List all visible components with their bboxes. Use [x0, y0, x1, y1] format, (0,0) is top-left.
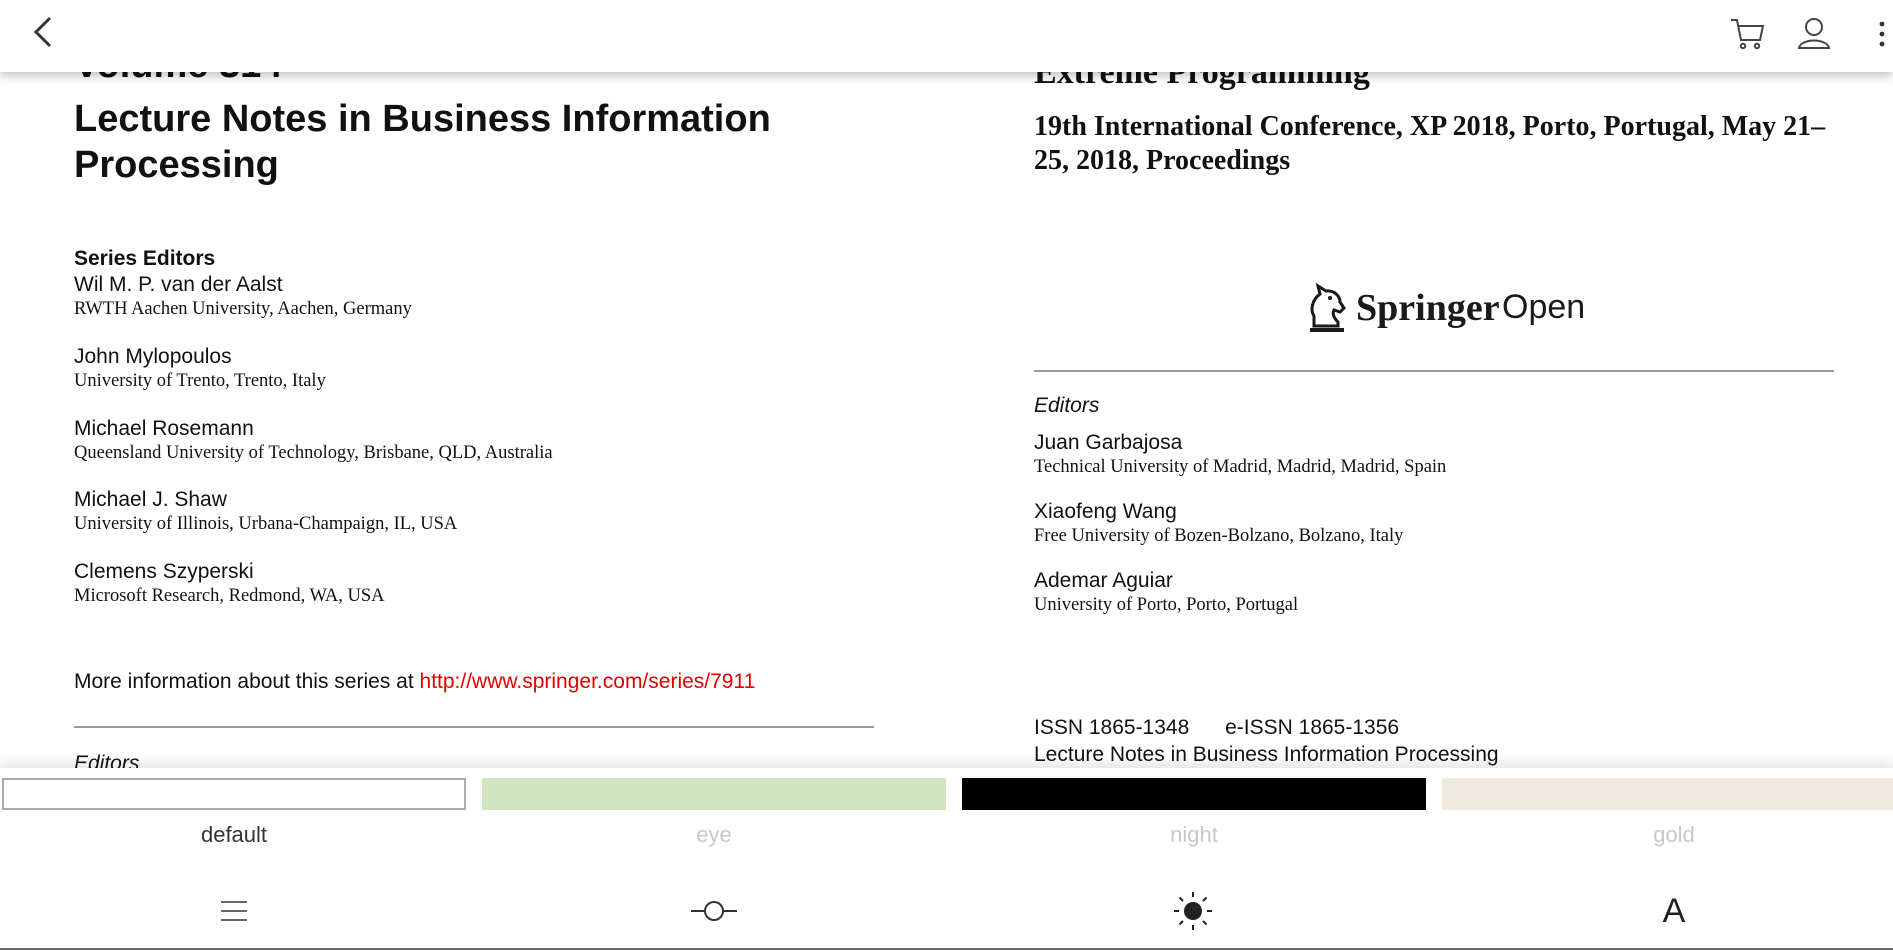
- reader-settings-panel: default eye night gold A: [0, 768, 1893, 950]
- more-info-text: More information about this series at: [74, 670, 414, 693]
- eissn: e-ISSN 1865-1356: [1225, 716, 1400, 739]
- table-of-contents-button[interactable]: [209, 886, 259, 936]
- theme-label-default[interactable]: default: [2, 822, 466, 848]
- editor-affiliation: Microsoft Research, Redmond, WA, USA: [74, 586, 385, 606]
- springer-horse-icon: [1310, 282, 1346, 332]
- more-button[interactable]: [1872, 14, 1892, 54]
- back-button[interactable]: [26, 14, 66, 54]
- editor-name: Xiaofeng Wang: [1034, 500, 1177, 523]
- theme-label-eye[interactable]: eye: [482, 822, 946, 848]
- theme-label-night[interactable]: night: [962, 822, 1426, 848]
- editor-name: Wil M. P. van der Aalst: [74, 273, 283, 296]
- series-editors-heading: Series Editors: [74, 247, 216, 270]
- editor-affiliation: University of Illinois, Urbana-Champaign…: [74, 514, 458, 534]
- series-editor-entry: Clemens Szyperski Microsoft Research, Re…: [74, 559, 385, 607]
- editor-affiliation: University of Trento, Trento, Italy: [74, 371, 326, 391]
- book-subtitle: 19th International Conference, XP 2018, …: [1034, 111, 1826, 176]
- divider: [74, 726, 874, 728]
- editor-entry: Xiaofeng Wang Free University of Bozen-B…: [1034, 499, 1403, 547]
- editor-affiliation: Technical University of Madrid, Madrid, …: [1034, 457, 1447, 477]
- logo-word-springer: Springer: [1356, 287, 1500, 329]
- editor-entry: Ademar Aguiar University of Porto, Porto…: [1034, 568, 1298, 616]
- issn-line: ISSN 1865-1348 e-ISSN 1865-1356: [1034, 716, 1429, 740]
- editor-entry: Juan Garbajosa Technical University of M…: [1034, 430, 1446, 478]
- editor-name: Juan Garbajosa: [1034, 431, 1183, 454]
- chevron-left-icon: [33, 16, 52, 48]
- series-line: Lecture Notes in Business Information Pr…: [1034, 743, 1499, 766]
- font-settings-button[interactable]: A: [1649, 886, 1699, 936]
- user-icon: [1797, 18, 1831, 49]
- more-vertical-icon: [1879, 21, 1885, 47]
- theme-label-gold[interactable]: gold: [1442, 822, 1893, 848]
- logo-word-open: Open: [1502, 288, 1586, 326]
- editors-heading: Editors: [74, 752, 140, 768]
- series-editor-entry: John Mylopoulos University of Trento, Tr…: [74, 344, 326, 392]
- more-info-line: More information about this series at ht…: [74, 670, 755, 694]
- divider: [1034, 370, 1834, 372]
- brightness-icon: [1174, 892, 1212, 930]
- progress-button[interactable]: [689, 886, 739, 936]
- editor-name: Clemens Szyperski: [74, 560, 254, 583]
- issn: ISSN 1865-1348: [1034, 716, 1190, 739]
- cart-icon: [1731, 19, 1765, 50]
- theme-swatch-night[interactable]: [962, 778, 1426, 810]
- editor-affiliation: RWTH Aachen University, Aachen, Germany: [74, 299, 412, 319]
- series-editor-entry: Michael J. Shaw University of Illinois, …: [74, 487, 457, 535]
- series-title: Lecture Notes in Business Information Pr…: [74, 98, 771, 186]
- editor-affiliation: University of Porto, Porto, Portugal: [1034, 595, 1299, 615]
- cart-button[interactable]: [1728, 14, 1768, 54]
- user-button[interactable]: [1794, 14, 1834, 54]
- editor-name: Michael J. Shaw: [74, 488, 227, 511]
- editor-affiliation: Queensland University of Technology, Bri…: [74, 443, 553, 463]
- theme-swatch-gold[interactable]: [1442, 778, 1893, 810]
- left-page: Volume 314 Lecture Notes in Business Inf…: [0, 0, 946, 768]
- progress-slider-icon: [691, 901, 737, 921]
- editor-name: Michael Rosemann: [74, 417, 254, 440]
- series-editor-entry: Michael Rosemann Queensland University o…: [74, 416, 553, 464]
- theme-swatch-default[interactable]: [2, 778, 466, 810]
- menu-icon: [221, 901, 247, 921]
- top-bar: [0, 0, 1893, 72]
- editor-name: Ademar Aguiar: [1034, 569, 1173, 592]
- font-size-label: A: [1662, 892, 1686, 930]
- series-editor-entry: Wil M. P. van der Aalst RWTH Aachen Univ…: [74, 272, 412, 320]
- theme-swatch-eye[interactable]: [482, 778, 946, 810]
- brightness-button[interactable]: [1168, 886, 1218, 936]
- series-link[interactable]: http://www.springer.com/series/7911: [420, 670, 756, 693]
- editor-name: John Mylopoulos: [74, 345, 232, 368]
- editor-affiliation: Free University of Bozen-Bolzano, Bolzan…: [1034, 526, 1404, 546]
- right-page: Extreme Programming 19th International C…: [946, 0, 1893, 768]
- editors-heading: Editors: [1034, 394, 1100, 417]
